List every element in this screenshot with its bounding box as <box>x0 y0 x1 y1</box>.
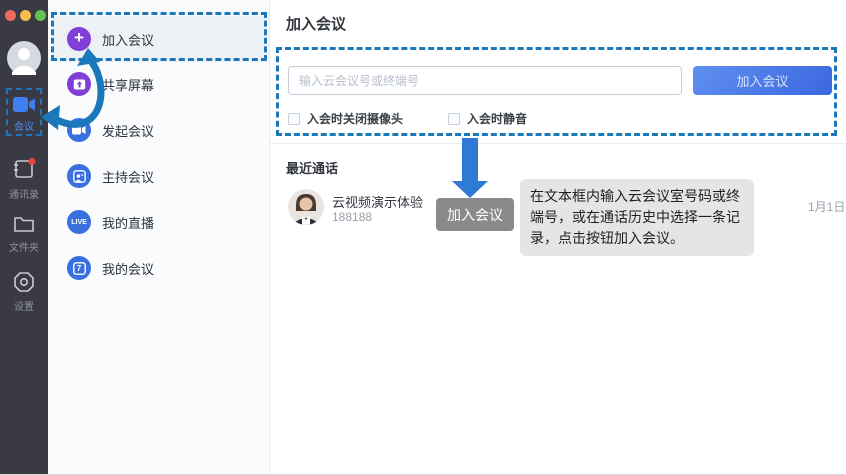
section-divider <box>270 143 846 144</box>
recent-join-button[interactable]: 加入会议 <box>436 198 514 231</box>
contact-number: 188188 <box>332 210 372 224</box>
live-badge-icon: LIVE <box>67 210 91 234</box>
sidebar-item-meeting-label: 会议 <box>0 118 48 133</box>
recent-call-list-item[interactable]: 云视频演示体验 188188 加入会议 在文本框内输入云会议室号码或终端号，或在… <box>270 185 846 231</box>
checkbox-box[interactable] <box>288 113 300 125</box>
contact-name: 云视频演示体验 <box>332 192 423 211</box>
folder-icon <box>12 214 36 234</box>
zoom-window-button[interactable] <box>35 10 46 21</box>
contacts-icon <box>12 157 36 181</box>
meeting-number-input[interactable] <box>288 66 682 95</box>
main-content: 加入会议 加入会议 入会时关闭摄像头 入会时静音 最近通话 <box>270 0 846 475</box>
contact-avatar-image <box>288 189 324 225</box>
page-title: 加入会议 <box>286 13 346 34</box>
menu-item-host-meeting-label: 主持会议 <box>102 167 154 186</box>
menu-sidebar: + 加入会议 共享屏幕 发起会议 <box>48 0 270 475</box>
checkbox-camera-off-label: 入会时关闭摄像头 <box>307 110 403 127</box>
sidebar-item-folder[interactable]: 文件夹 <box>0 214 48 254</box>
close-window-button[interactable] <box>5 10 16 21</box>
share-screen-icon <box>67 72 91 96</box>
plus-icon: + <box>67 27 91 51</box>
menu-item-my-live-label: 我的直播 <box>102 213 154 232</box>
sidebar-item-contacts[interactable]: 通讯录 <box>0 157 48 201</box>
checkbox-mute-label: 入会时静音 <box>467 110 527 127</box>
host-icon <box>67 164 91 188</box>
menu-item-start-meeting[interactable]: 发起会议 <box>53 107 265 153</box>
menu-item-join-meeting[interactable]: + 加入会议 <box>53 16 265 62</box>
annotation-down-arrow <box>462 138 478 181</box>
contact-avatar <box>288 189 324 225</box>
calendar-icon: 7 <box>67 256 91 280</box>
annotation-down-arrow-head <box>452 181 488 198</box>
video-camera-icon <box>12 96 36 113</box>
menu-item-my-meetings-label: 我的会议 <box>102 259 154 278</box>
notification-badge <box>28 158 35 165</box>
dark-sidebar: 会议 通讯录 文件夹 设置 <box>0 0 48 475</box>
menu-item-start-meeting-label: 发起会议 <box>102 121 154 140</box>
avatar-placeholder-icon <box>7 41 41 75</box>
menu-item-share-screen[interactable]: 共享屏幕 <box>53 61 265 107</box>
sidebar-item-settings-label: 设置 <box>0 298 48 313</box>
menu-item-host-meeting[interactable]: 主持会议 <box>53 153 265 199</box>
checkbox-camera-off[interactable]: 入会时关闭摄像头 <box>288 110 403 127</box>
menu-item-join-meeting-label: 加入会议 <box>102 30 154 49</box>
plus-glyph: + <box>74 28 84 48</box>
settings-gear-icon <box>12 271 36 293</box>
user-avatar[interactable] <box>7 41 41 75</box>
sidebar-item-settings[interactable]: 设置 <box>0 271 48 313</box>
sidebar-item-contacts-label: 通讯录 <box>0 186 48 201</box>
call-date: 1月1日 <box>808 198 845 215</box>
sidebar-item-meeting[interactable]: 会议 <box>0 96 48 133</box>
video-camera-icon <box>67 118 91 142</box>
app-window: 会议 通讯录 文件夹 设置 <box>0 0 846 475</box>
checkbox-box[interactable] <box>448 113 460 125</box>
join-meeting-button[interactable]: 加入会议 <box>693 66 832 95</box>
menu-item-my-meetings[interactable]: 7 我的会议 <box>53 245 265 291</box>
menu-item-my-live[interactable]: LIVE 我的直播 <box>53 199 265 245</box>
live-glyph: LIVE <box>71 219 87 226</box>
instruction-tooltip: 在文本框内输入云会议室号码或终端号，或在通话历史中选择一条记录，点击按钮加入会议… <box>520 179 754 256</box>
sidebar-item-folder-label: 文件夹 <box>0 239 48 254</box>
recent-calls-title: 最近通话 <box>286 158 338 177</box>
menu-item-share-screen-label: 共享屏幕 <box>102 75 154 94</box>
minimize-window-button[interactable] <box>20 10 31 21</box>
checkbox-mute[interactable]: 入会时静音 <box>448 110 527 127</box>
calendar-day-glyph: 7 <box>77 264 81 273</box>
